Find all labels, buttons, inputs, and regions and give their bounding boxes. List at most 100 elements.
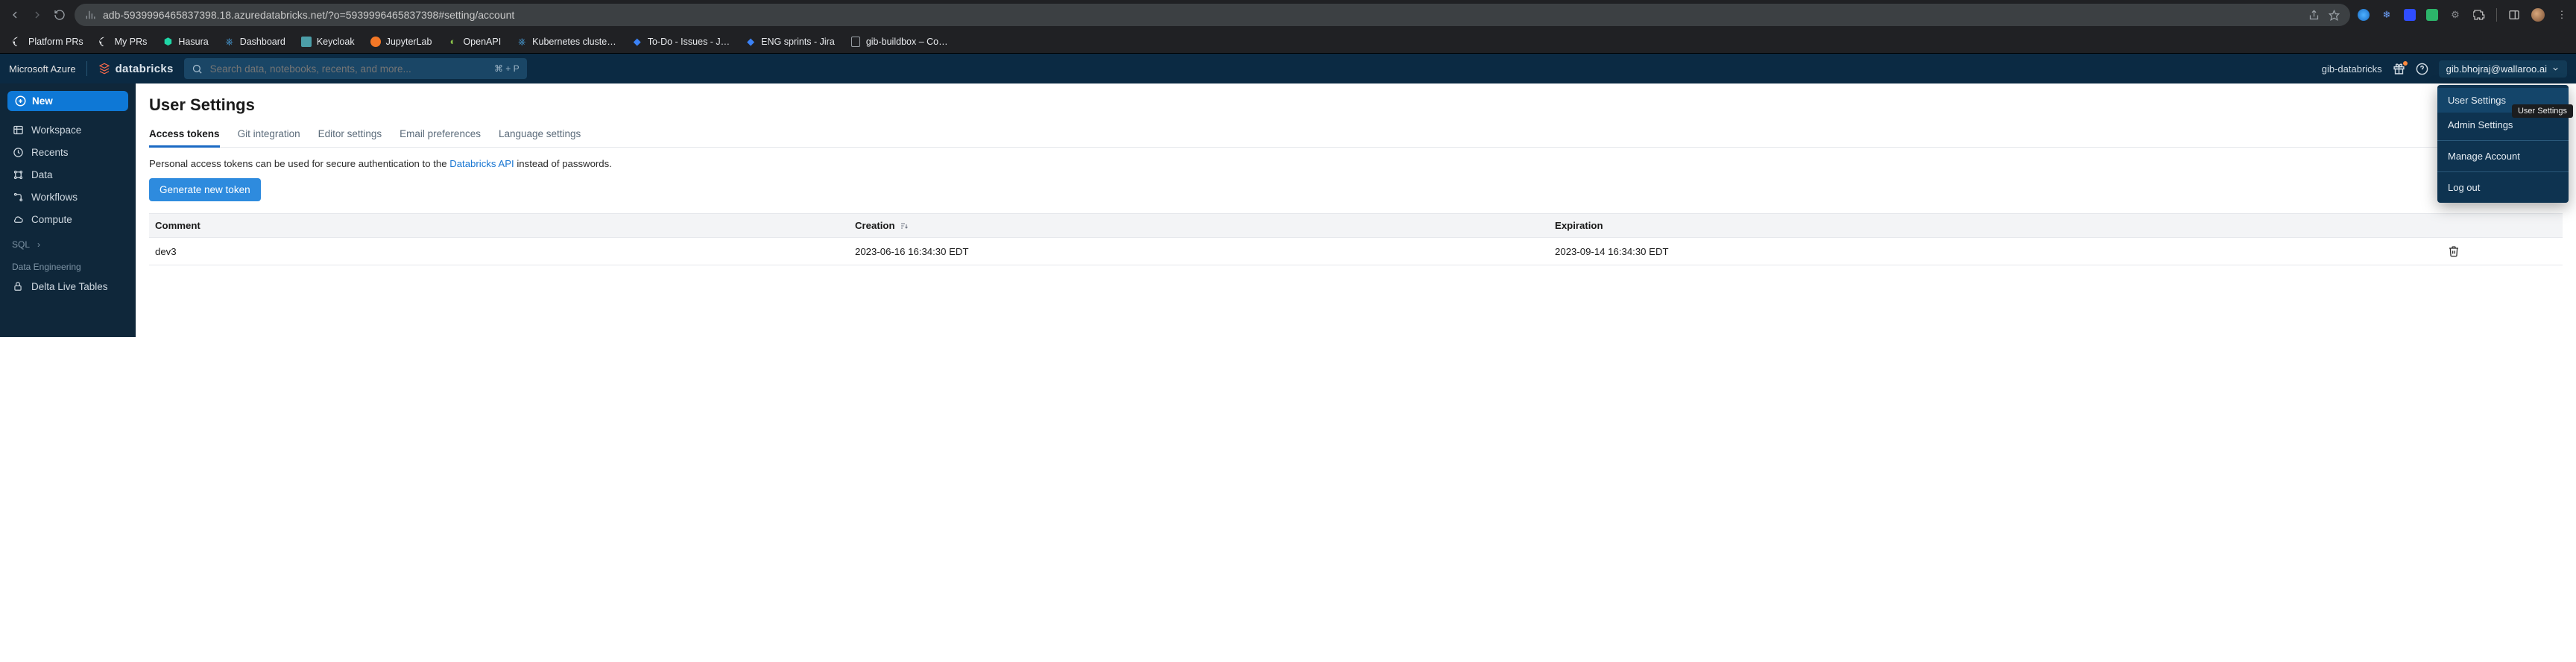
ext-icon-2[interactable]: ❄︎ — [2380, 8, 2393, 22]
delete-token-button[interactable] — [2448, 245, 2557, 257]
hasura-icon: ⬢ — [162, 36, 174, 48]
bookmarks-bar: Platform PRs My PRs ⬢Hasura⎈Dashboard Keycl… — [0, 30, 2576, 54]
back-button[interactable] — [7, 7, 22, 22]
bookmark-item[interactable]: ⎈Kubernetes cluste… — [510, 33, 622, 51]
new-button[interactable]: New — [7, 91, 128, 111]
databricks-api-link[interactable]: Databricks API — [449, 158, 514, 169]
chevron-right-icon: › — [37, 239, 40, 250]
sidebar: New Workspace Recents Data Workflows Compute… — [0, 83, 136, 337]
bookmark-label: My PRs — [115, 37, 148, 47]
reload-button[interactable] — [52, 7, 67, 22]
ext-icon-3[interactable] — [2404, 9, 2416, 21]
site-info-icon[interactable] — [85, 10, 95, 20]
menu-separator — [2437, 140, 2569, 141]
bookmark-star-icon[interactable] — [2329, 10, 2340, 21]
whats-new-button[interactable] — [2393, 63, 2405, 75]
sidebar-item-recents[interactable]: Recents — [0, 141, 136, 163]
bookmark-item[interactable]: ◆ ENG sprints - Jira — [739, 33, 841, 51]
ext-icon-1[interactable] — [2358, 9, 2370, 21]
brand[interactable]: databricks — [98, 62, 174, 75]
cloud-icon — [12, 213, 24, 225]
sidebar-item-workflows[interactable]: Workflows — [0, 186, 136, 208]
sidebar-section-sql[interactable]: SQL› — [0, 230, 136, 253]
token-creation: 2023-06-16 16:34:30 EDT — [849, 238, 1549, 265]
sidebar-item-workspace[interactable]: Workspace — [0, 119, 136, 141]
user-menu-log-out[interactable]: Log out — [2437, 175, 2569, 200]
help-button[interactable] — [2416, 63, 2428, 75]
bookmark-item[interactable]: My PRs — [92, 33, 154, 51]
menu-separator — [2437, 171, 2569, 172]
workspace-name[interactable]: gib-databricks — [2322, 63, 2382, 75]
bookmark-label: ENG sprints - Jira — [761, 37, 835, 47]
bookmark-item[interactable]: Keycloak — [294, 33, 361, 51]
generate-token-button[interactable]: Generate new token — [149, 178, 261, 201]
k8s-icon: ⎈ — [516, 36, 528, 48]
folder-icon — [12, 124, 24, 136]
page-title: User Settings — [149, 95, 2563, 115]
jira-icon: ◆ — [745, 36, 757, 48]
side-panel-button[interactable] — [2507, 8, 2521, 22]
col-expiration[interactable]: Expiration — [1549, 214, 2442, 238]
bookmark-item[interactable]: ◆To-Do - Issues - J… — [625, 33, 736, 51]
bookmark-item[interactable]: JupyterLab — [364, 33, 438, 51]
profile-avatar[interactable] — [2531, 8, 2545, 22]
sidebar-item-delta-live-tables[interactable]: Delta Live Tables — [0, 275, 136, 297]
lock-icon — [12, 280, 24, 292]
sidebar-item-compute[interactable]: Compute — [0, 208, 136, 230]
intro-post: instead of passwords. — [514, 158, 612, 169]
user-menu-user-settings[interactable]: User SettingsUser Settings — [2437, 88, 2569, 113]
bookmark-label: OpenAPI — [463, 37, 501, 47]
user-menu-manage-account[interactable]: Manage Account — [2437, 144, 2569, 168]
jupyter-icon — [370, 36, 382, 48]
section-label: Data Engineering — [12, 262, 81, 272]
extensions-button[interactable] — [2472, 8, 2486, 22]
tab-language-settings[interactable]: Language settings — [499, 125, 581, 147]
jira-icon: ◆ — [631, 36, 643, 48]
tokens-table: Comment Creation Expiration dev3 2023-0 — [149, 213, 2563, 265]
col-creation[interactable]: Creation — [849, 214, 1549, 238]
share-icon[interactable] — [2308, 10, 2320, 21]
brand-text: databricks — [116, 63, 174, 75]
new-button-label: New — [32, 95, 53, 107]
forward-button[interactable] — [30, 7, 45, 22]
bookmark-item[interactable]: gib-buildbox – Co… — [844, 33, 954, 51]
bookmark-item[interactable]: ⬢Hasura — [156, 33, 214, 51]
bookmark-label: JupyterLab — [386, 37, 432, 47]
sidebar-section-data-engineering[interactable]: Data Engineering — [0, 253, 136, 275]
tab-email-preferences[interactable]: Email preferences — [400, 125, 481, 147]
tab-access-tokens[interactable]: Access tokens — [149, 125, 220, 148]
address-bar[interactable]: adb-5939996465837398.18.azuredatabricks.… — [75, 4, 2350, 26]
sort-desc-icon[interactable] — [900, 221, 909, 230]
user-menu-button[interactable]: gib.bhojraj@wallaroo.ai — [2439, 60, 2567, 78]
sidebar-item-label: Data — [31, 169, 53, 180]
intro-pre: Personal access tokens can be used for s… — [149, 158, 449, 169]
sidebar-item-label: Compute — [31, 214, 72, 225]
bookmark-label: Keycloak — [317, 37, 355, 47]
browser-toolbar: adb-5939996465837398.18.azuredatabricks.… — [0, 0, 2576, 30]
openapi-icon: ◐ — [446, 36, 458, 48]
ext-icon-4[interactable] — [2426, 9, 2438, 21]
bookmark-label: gib-buildbox – Co… — [866, 37, 948, 47]
tab-editor-settings[interactable]: Editor settings — [318, 125, 382, 147]
search-icon — [192, 63, 203, 75]
col-comment[interactable]: Comment — [149, 214, 849, 238]
bookmark-item[interactable]: Platform PRs — [6, 33, 89, 51]
doc-icon — [850, 36, 862, 48]
bookmark-item[interactable]: ⎈Dashboard — [218, 33, 291, 51]
browser-extensions: ❄︎ ⚙︎ ⋮ — [2358, 8, 2569, 22]
global-search-input[interactable] — [209, 63, 488, 75]
sidebar-item-label: Recents — [31, 147, 69, 158]
chrome-menu-button[interactable]: ⋮ — [2555, 8, 2569, 22]
col-comment-label: Comment — [155, 220, 201, 231]
sidebar-item-data[interactable]: Data — [0, 163, 136, 186]
tab-git-integration[interactable]: Git integration — [238, 125, 300, 147]
settings-tabs: Access tokens Git integration Editor setti… — [149, 125, 2563, 148]
bookmark-item[interactable]: ◐ OpenAPI — [441, 33, 507, 51]
user-menu-admin-settings[interactable]: Admin Settings — [2437, 113, 2569, 137]
data-icon — [12, 168, 24, 180]
col-actions — [2442, 214, 2563, 238]
token-comment: dev3 — [149, 238, 849, 265]
global-search[interactable]: ⌘ + P — [184, 58, 527, 79]
app-topbar: Microsoft Azure databricks ⌘ + P gib-dat… — [0, 54, 2576, 83]
ext-icon-5[interactable]: ⚙︎ — [2449, 8, 2462, 22]
